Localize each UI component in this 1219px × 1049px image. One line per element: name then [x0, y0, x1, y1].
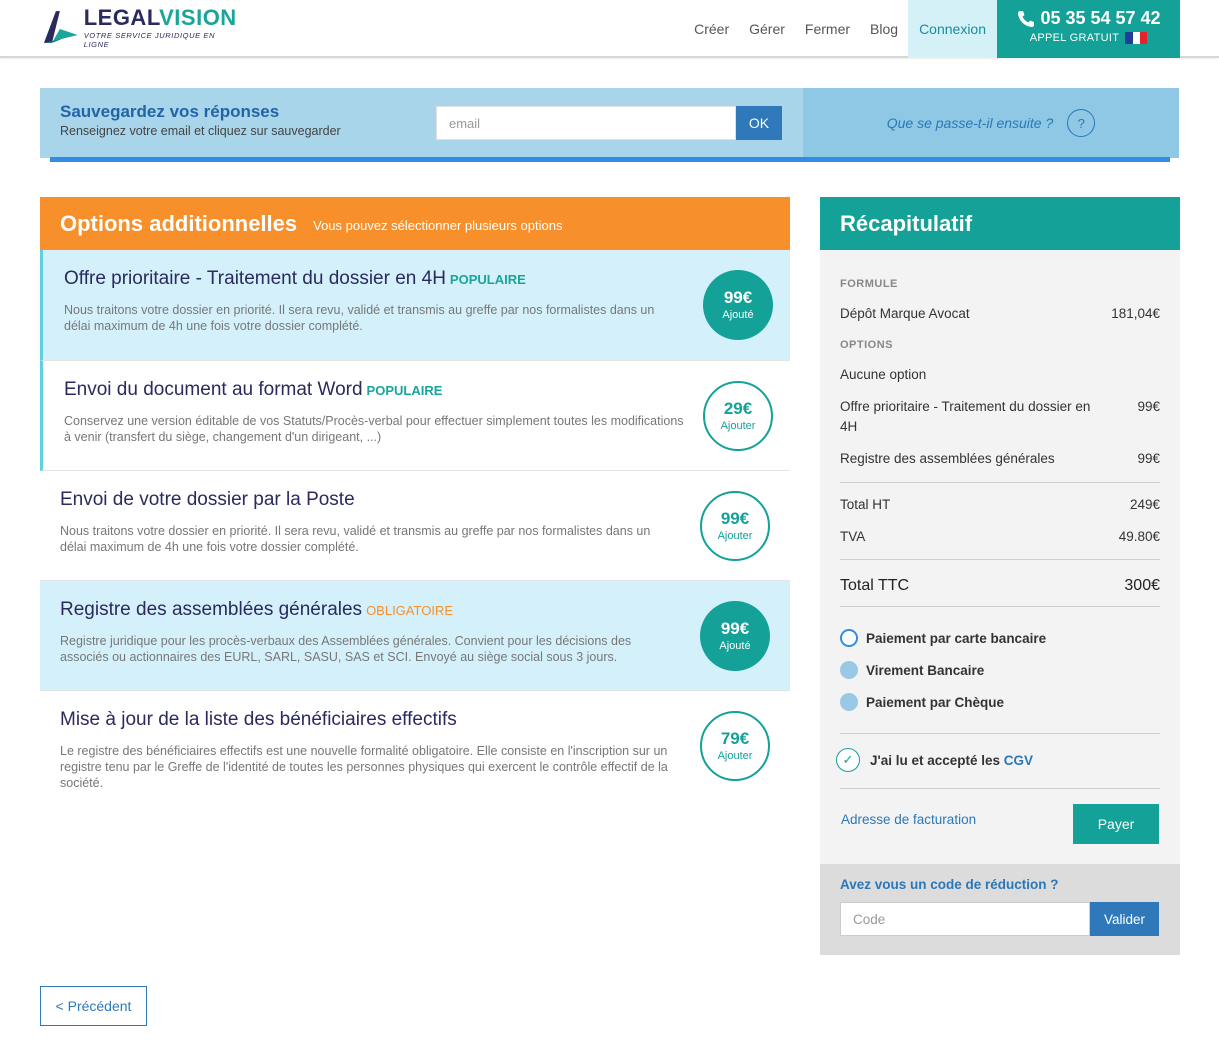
option-price: 99€ [723, 288, 753, 307]
option-description: Registre juridique pour les procès-verba… [60, 634, 632, 664]
phone-contact[interactable]: 05 35 54 57 42 APPEL GRATUIT [997, 0, 1180, 58]
phone-subtitle: APPEL GRATUIT [1029, 32, 1120, 44]
recap-row-option: Offre prioritaire - Traitement du dossie… [840, 399, 1160, 434]
payment-option-card[interactable]: Paiement par carte bancaire [840, 629, 1046, 647]
help-icon[interactable]: ? [1067, 109, 1096, 137]
option-item[interactable]: Envoi de votre dossier par la Poste Nous… [40, 471, 790, 581]
save-title: Sauvegardez vos réponses [60, 102, 280, 121]
option-price: 99€ [720, 509, 750, 528]
option-price: 99€ [720, 619, 750, 638]
billing-address-link[interactable]: Adresse de facturation [841, 812, 976, 827]
phone-icon [1018, 10, 1035, 27]
option-price-toggle[interactable]: 99€ Ajouter [700, 491, 770, 561]
option-item[interactable]: Envoi du document au format Word POPULAIR… [40, 361, 790, 471]
option-title: Mise à jour de la liste des bénéficiaire… [60, 709, 457, 730]
cgv-checkbox[interactable]: ✓ J'ai lu et accepté les CGV [836, 748, 1033, 772]
recap-row-tva: TVA 49.80€ [840, 529, 1160, 544]
option-title: Registre des assemblées générales [60, 599, 363, 620]
legalvision-logo[interactable]: LEGALVISION VOTRE SERVICE JURIDIQUE EN L… [42, 5, 242, 50]
email-input[interactable] [436, 106, 736, 140]
cgv-link[interactable]: CGV [1004, 753, 1033, 768]
options-title: Options additionnelles [60, 210, 298, 236]
option-title: Envoi de votre dossier par la Poste [60, 489, 355, 510]
option-description: Le registre des bénéficiaires effectifs … [60, 744, 668, 790]
option-status: Ajouté [722, 309, 754, 321]
divider [840, 733, 1160, 734]
recap-row-formule: Dépôt Marque Avocat 181,04€ [840, 306, 1160, 321]
save-subtitle: Renseignez votre email et cliquez sur sa… [60, 124, 341, 138]
french-flag-icon [1125, 32, 1148, 44]
promo-title: Avez vous un code de réduction ? [840, 877, 1059, 892]
option-item[interactable]: Offre prioritaire - Traitement du dossie… [40, 250, 790, 361]
option-title: Envoi du document au format Word [64, 379, 363, 400]
formule-section-label: FORMULE [840, 278, 898, 290]
recap-panel: FORMULE Dépôt Marque Avocat 181,04€ OPTI… [820, 250, 1180, 864]
option-status: Ajouter [717, 750, 753, 762]
option-status: Ajouter [717, 530, 753, 542]
logo-vision: VISION [159, 5, 237, 30]
phone-number: 05 35 54 57 42 [1040, 8, 1161, 28]
option-item[interactable]: Registre des assemblées générales OBLIGAT… [40, 581, 790, 691]
logo-mark-icon [43, 11, 78, 43]
option-badge: OBLIGATOIRE [366, 603, 453, 618]
next-steps-panel[interactable]: Que se passe-t-il ensuite ? ? [803, 88, 1179, 158]
nav-connexion[interactable]: Connexion [908, 0, 997, 58]
options-section-label: OPTIONS [840, 339, 894, 351]
options-subtitle: Vous pouvez sélectionner plusieurs optio… [313, 218, 563, 233]
recap-row-no-option: Aucune option [840, 367, 927, 382]
nav-creer[interactable]: Créer [684, 0, 739, 58]
option-price: 29€ [723, 399, 753, 418]
top-header: LEGALVISION VOTRE SERVICE JURIDIQUE EN L… [0, 0, 1219, 58]
option-price-toggle[interactable]: 79€ Ajouter [700, 711, 770, 781]
nav-blog[interactable]: Blog [860, 0, 908, 58]
radio-icon[interactable] [840, 693, 858, 711]
recap-row-option: Registre des assemblées générales 99€ [840, 451, 1160, 466]
checkmark-icon[interactable]: ✓ [836, 748, 860, 772]
option-price-toggle[interactable]: 99€ Ajouté [703, 270, 773, 340]
progress-bar [50, 157, 1170, 162]
previous-button[interactable]: < Précédent [40, 986, 147, 1026]
next-steps-link[interactable]: Que se passe-t-il ensuite ? [887, 115, 1054, 131]
divider [840, 788, 1160, 789]
divider [840, 482, 1160, 483]
promo-code-input[interactable] [840, 902, 1090, 936]
option-badge: POPULAIRE [449, 272, 526, 287]
recap-title: Récapitulatif [820, 197, 1180, 250]
option-status: Ajouter [720, 420, 756, 432]
options-header: Options additionnelles Vous pouvez sélec… [40, 197, 790, 250]
radio-icon[interactable] [840, 661, 858, 679]
option-description: Nous traitons votre dossier en priorité.… [64, 303, 655, 333]
nav-gerer[interactable]: Gérer [739, 0, 795, 58]
main-nav: Créer Gérer Fermer Blog Connexion [684, 0, 997, 58]
radio-selected-icon[interactable] [840, 629, 858, 647]
option-price-toggle[interactable]: 99€ Ajouté [700, 601, 770, 671]
divider [840, 606, 1160, 607]
option-item[interactable]: Mise à jour de la liste des bénéficiaire… [40, 691, 790, 816]
promo-code-panel: Avez vous un code de réduction ? Valider [820, 864, 1180, 955]
option-status: Ajouté [719, 640, 751, 652]
option-description: Conservez une version éditable de vos St… [64, 414, 684, 444]
logo-legal: LEGAL [83, 5, 160, 30]
option-price-toggle[interactable]: 29€ Ajouter [703, 381, 773, 451]
logo-text: LEGALVISION VOTRE SERVICE JURIDIQUE EN L… [83, 5, 242, 50]
divider [840, 559, 1160, 560]
payment-option-check[interactable]: Paiement par Chèque [840, 693, 1004, 711]
option-price: 79€ [720, 729, 750, 748]
nav-fermer[interactable]: Fermer [795, 0, 860, 58]
payment-option-transfer[interactable]: Virement Bancaire [840, 661, 984, 679]
option-title: Offre prioritaire - Traitement du dossie… [64, 268, 446, 289]
recap-row-total-ttc: Total TTC 300€ [840, 577, 1160, 594]
pay-button[interactable]: Payer [1073, 804, 1159, 844]
save-answers-bar: Sauvegardez vos réponses Renseignez votr… [40, 88, 1179, 158]
option-badge: POPULAIRE [366, 383, 443, 398]
promo-validate-button[interactable]: Valider [1090, 902, 1159, 936]
logo-tagline: VOTRE SERVICE JURIDIQUE EN LIGNE [83, 31, 216, 49]
recap-row-total-ht: Total HT 249€ [840, 497, 1160, 512]
save-ok-button[interactable]: OK [736, 106, 782, 140]
option-description: Nous traitons votre dossier en priorité.… [60, 524, 651, 554]
cgv-text: J'ai lu et accepté les [870, 752, 1001, 768]
